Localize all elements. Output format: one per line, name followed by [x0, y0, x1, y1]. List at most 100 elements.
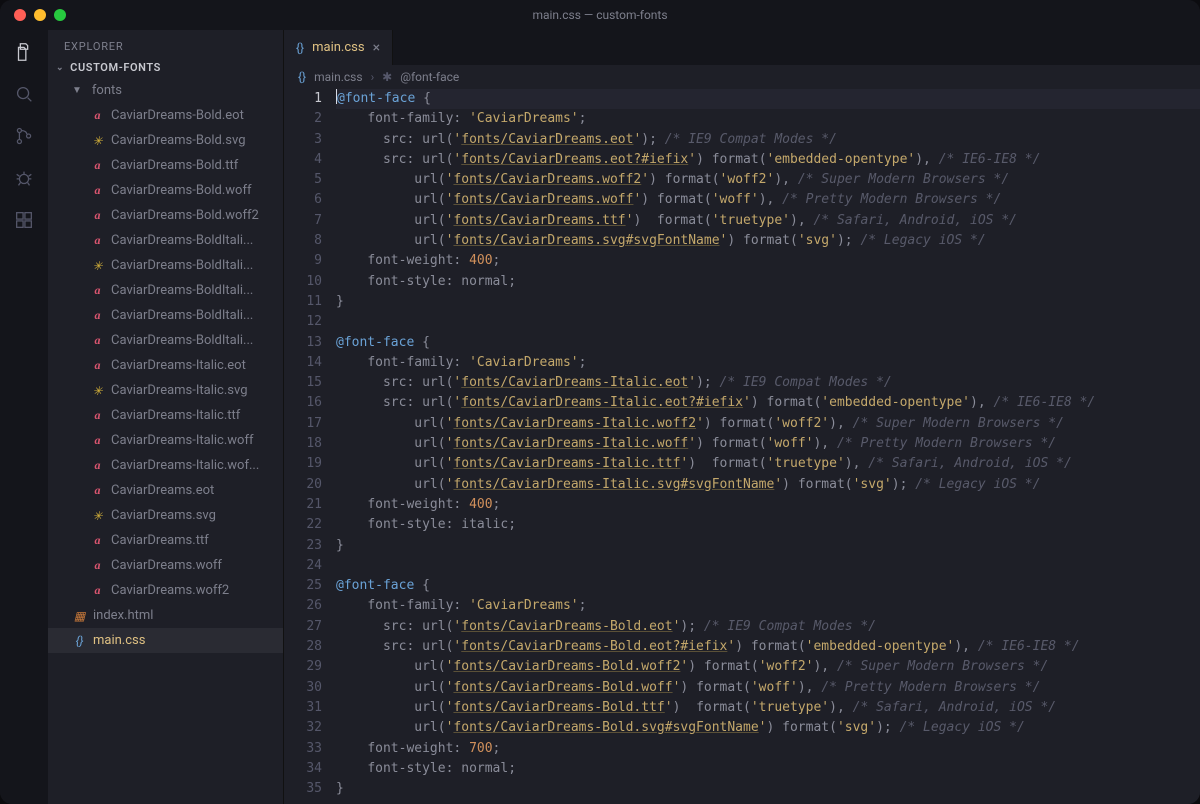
extensions-icon[interactable]	[12, 208, 36, 232]
svg-file-icon: ✳	[90, 384, 105, 398]
file-item[interactable]: a CaviarDreams-Bold.ttf	[48, 153, 283, 178]
svg-file-icon: ✳	[90, 259, 105, 273]
file-label: CaviarDreams-BoldItali...	[111, 283, 253, 298]
file-label: CaviarDreams-Italic.woff	[111, 433, 254, 448]
breadcrumb-symbol: @font-face	[400, 70, 459, 84]
font-file-icon: a	[90, 233, 105, 248]
line-number: 33	[284, 739, 322, 759]
line-number: 21	[284, 495, 322, 515]
tab-main-css[interactable]: {} main.css ×	[284, 30, 393, 65]
close-tab-icon[interactable]: ×	[373, 41, 380, 55]
file-item[interactable]: ✳ CaviarDreams-Italic.svg	[48, 378, 283, 403]
file-item[interactable]: a CaviarDreams.ttf	[48, 528, 283, 553]
file-item[interactable]: a CaviarDreams-Italic.ttf	[48, 403, 283, 428]
file-item[interactable]: a CaviarDreams-BoldItali...	[48, 328, 283, 353]
code-line	[336, 312, 1200, 332]
file-item[interactable]: a CaviarDreams-Italic.woff	[48, 428, 283, 453]
code-line: @font-face {	[336, 333, 1200, 353]
file-item[interactable]: a CaviarDreams.eot	[48, 478, 283, 503]
file-item[interactable]: a CaviarDreams-Italic.wof...	[48, 453, 283, 478]
tab-label: main.css	[312, 40, 364, 55]
close-window-button[interactable]	[14, 9, 26, 21]
window-controls	[0, 9, 66, 21]
file-item[interactable]: a CaviarDreams.woff	[48, 553, 283, 578]
line-number: 1	[284, 89, 322, 109]
file-tree: ▼ fonts a CaviarDreams-Bold.eot ✳ Caviar…	[48, 78, 283, 804]
file-label: CaviarDreams-BoldItali...	[111, 258, 253, 273]
line-number: 35	[284, 779, 322, 799]
line-number: 12	[284, 312, 322, 332]
debug-icon[interactable]	[12, 166, 36, 190]
folder-fonts[interactable]: ▼ fonts	[48, 78, 283, 103]
code-line: font-style: italic;	[336, 515, 1200, 535]
twistie-open-icon: ▼	[72, 85, 82, 96]
file-label: CaviarDreams-BoldItali...	[111, 333, 253, 348]
code-line: url('fonts/CaviarDreams.woff2') format('…	[336, 170, 1200, 190]
file-label: CaviarDreams-BoldItali...	[111, 233, 253, 248]
sidebar-section-header[interactable]: ⌄ CUSTOM-FONTS	[48, 57, 283, 78]
line-number: 7	[284, 211, 322, 231]
file-item[interactable]: ✳ CaviarDreams-Bold.svg	[48, 128, 283, 153]
file-item[interactable]: a CaviarDreams-BoldItali...	[48, 278, 283, 303]
code-editor[interactable]: 1234567891011121314151617181920212223242…	[284, 89, 1200, 804]
line-number: 16	[284, 393, 322, 413]
breadcrumbs[interactable]: {} main.css › ✱ @font-face	[284, 65, 1200, 89]
source-control-icon[interactable]	[12, 124, 36, 148]
title-bar: main.css — custom-fonts	[0, 0, 1200, 30]
line-number: 14	[284, 353, 322, 373]
line-number: 10	[284, 272, 322, 292]
svg-file-icon: ✳	[90, 509, 105, 523]
file-label: CaviarDreams.svg	[111, 508, 216, 523]
file-item[interactable]: a CaviarDreams-BoldItali...	[48, 228, 283, 253]
file-label: CaviarDreams-Italic.eot	[111, 358, 246, 373]
line-number: 32	[284, 718, 322, 738]
font-file-icon: a	[90, 308, 105, 323]
code-line: @font-face {	[336, 576, 1200, 596]
breadcrumb-separator: ›	[371, 70, 375, 84]
line-number: 22	[284, 515, 322, 535]
code-line: @font-face {	[336, 89, 1200, 109]
font-file-icon: a	[90, 283, 105, 298]
file-item[interactable]: a CaviarDreams-Italic.eot	[48, 353, 283, 378]
line-number: 25	[284, 576, 322, 596]
html-file-icon: ▦	[72, 609, 87, 623]
breadcrumb-file: main.css	[314, 70, 362, 84]
line-number: 20	[284, 475, 322, 495]
file-item[interactable]: ✳ CaviarDreams.svg	[48, 503, 283, 528]
code-line: font-style: normal;	[336, 759, 1200, 779]
file-item[interactable]: a CaviarDreams-Bold.woff	[48, 178, 283, 203]
zoom-window-button[interactable]	[54, 9, 66, 21]
font-file-icon: a	[90, 333, 105, 348]
code-line	[336, 556, 1200, 576]
line-number: 9	[284, 251, 322, 271]
folder-label: fonts	[92, 83, 122, 98]
minimize-window-button[interactable]	[34, 9, 46, 21]
code-line: src: url('fonts/CaviarDreams-Italic.eot?…	[336, 393, 1200, 413]
code-line: url('fonts/CaviarDreams.svg#svgFontName'…	[336, 231, 1200, 251]
line-number-gutter: 1234567891011121314151617181920212223242…	[284, 89, 336, 804]
file-item[interactable]: {} main.css	[48, 628, 283, 653]
search-icon[interactable]	[12, 82, 36, 106]
line-number: 26	[284, 596, 322, 616]
file-label: CaviarDreams-Italic.wof...	[111, 458, 259, 473]
file-item[interactable]: a CaviarDreams-Bold.eot	[48, 103, 283, 128]
file-item[interactable]: ▦ index.html	[48, 603, 283, 628]
file-item[interactable]: a CaviarDreams-BoldItali...	[48, 303, 283, 328]
line-number: 11	[284, 292, 322, 312]
explorer-icon[interactable]	[12, 40, 36, 64]
file-item[interactable]: ✳ CaviarDreams-BoldItali...	[48, 253, 283, 278]
code-line: src: url('fonts/CaviarDreams.eot?#iefix'…	[336, 150, 1200, 170]
file-item[interactable]: a CaviarDreams-Bold.woff2	[48, 203, 283, 228]
file-item[interactable]: a CaviarDreams.woff2	[48, 578, 283, 603]
code-line: font-weight: 400;	[336, 495, 1200, 515]
file-label: CaviarDreams-Italic.svg	[111, 383, 248, 398]
line-number: 6	[284, 190, 322, 210]
code-line: url('fonts/CaviarDreams-Italic.woff2') f…	[336, 414, 1200, 434]
code-line: font-family: 'CaviarDreams';	[336, 596, 1200, 616]
line-number: 19	[284, 454, 322, 474]
chevron-down-icon: ⌄	[56, 63, 64, 73]
file-label: CaviarDreams.ttf	[111, 533, 209, 548]
code-line: }	[336, 292, 1200, 312]
css-icon: {}	[298, 70, 306, 84]
code-line: url('fonts/CaviarDreams.ttf') format('tr…	[336, 211, 1200, 231]
